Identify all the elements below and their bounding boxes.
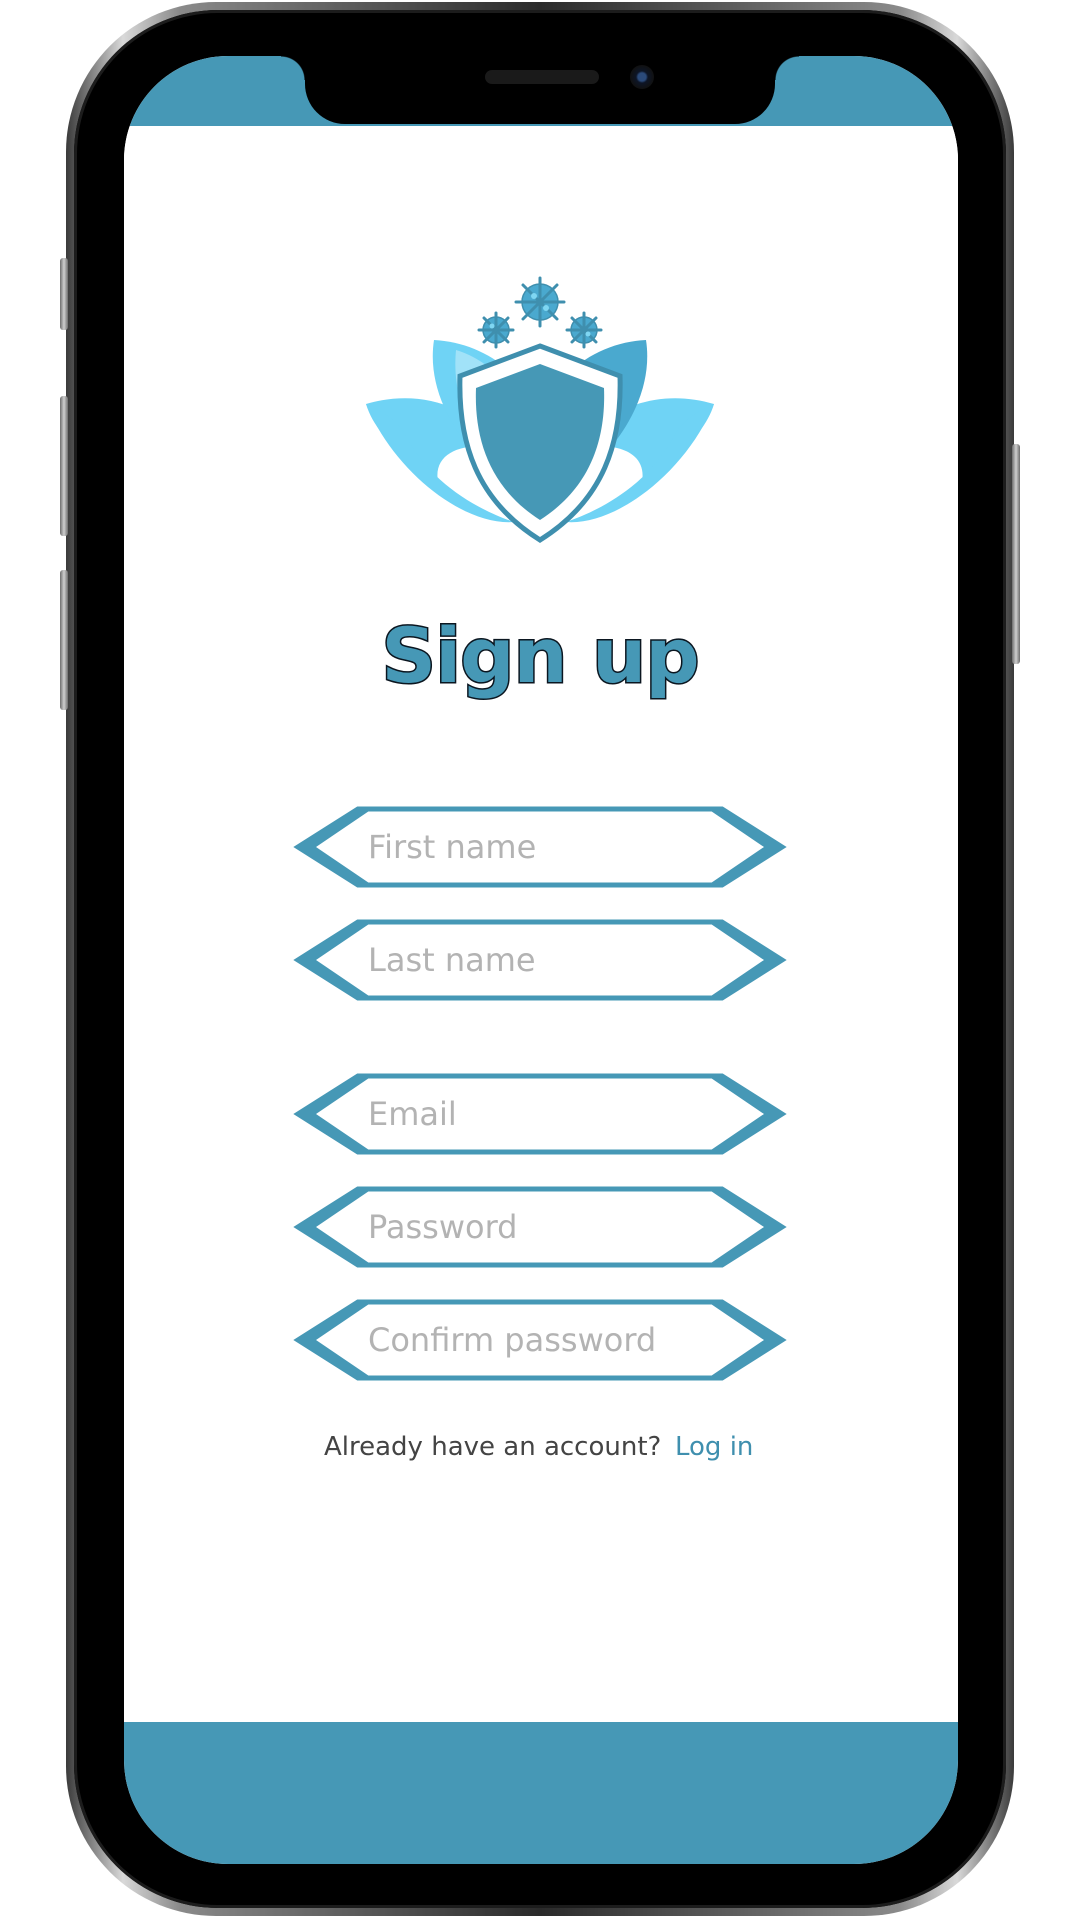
password-input[interactable] [368, 1196, 708, 1258]
email-field[interactable] [292, 1073, 788, 1155]
first-name-field[interactable] [292, 806, 788, 888]
email-input[interactable] [368, 1083, 708, 1145]
bottom-bar [124, 1722, 958, 1864]
silent-switch [60, 258, 68, 330]
lotus-shield-logo-icon [366, 276, 714, 543]
last-name-field[interactable] [292, 919, 788, 1001]
front-camera [630, 65, 654, 89]
log-in-link[interactable]: Log in [675, 1432, 753, 1462]
already-have-account-text: Already have an account? [324, 1432, 662, 1462]
app-screen: Sign up First name Last name Email Alrea… [0, 0, 1080, 1920]
password-field[interactable] [292, 1186, 788, 1268]
volume-up-button [60, 396, 68, 536]
confirm-password-input[interactable] [368, 1309, 708, 1371]
page-title: Sign up [380, 611, 701, 700]
login-prompt: Already have an account? Log in [0, 1432, 1080, 1468]
confirm-password-field[interactable] [292, 1299, 788, 1381]
last-name-input[interactable] [368, 929, 708, 991]
first-name-input[interactable] [368, 816, 708, 878]
speaker-grille [485, 70, 599, 84]
notch [281, 56, 799, 124]
